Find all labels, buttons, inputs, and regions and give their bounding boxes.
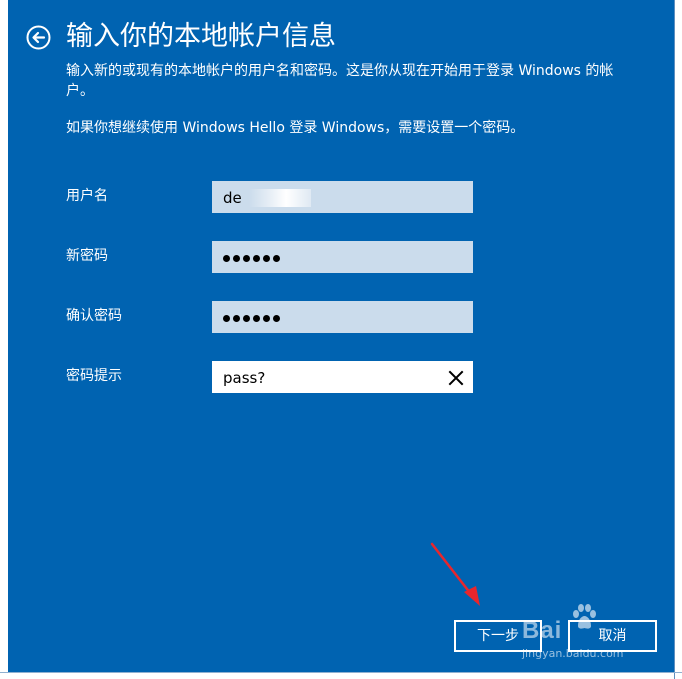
confirm-password-label: 确认密码 [66,308,122,324]
password-dot [233,255,240,262]
window-edge-bottom [0,672,682,673]
password-dot [223,315,230,322]
close-icon[interactable] [448,370,464,386]
password-dot [253,315,260,322]
redaction-mask [249,189,311,207]
back-arrow-circle-icon[interactable] [26,25,51,50]
username-value: de [223,189,242,207]
password-dot [253,255,260,262]
password-hint-label: 密码提示 [66,368,122,384]
password-dot [223,255,230,262]
password-dot [243,315,250,322]
page-title: 输入你的本地帐户信息 [66,21,336,52]
cancel-button[interactable]: 取消 [568,620,657,652]
confirm-password-input[interactable] [212,301,473,333]
window-edge [674,0,675,679]
screenshot-frame: 输入你的本地帐户信息 输入新的或现有的本地帐户的用户名和密码。这是你从现在开始用… [0,0,682,679]
password-dot [263,315,270,322]
password-hint-value: pass? [223,369,266,387]
password-dot [233,315,240,322]
new-password-input[interactable] [212,241,473,273]
password-dot [243,255,250,262]
description-text: 输入新的或现有的本地帐户的用户名和密码。这是你从现在开始用于登录 Windows… [66,63,614,99]
password-hint-input[interactable]: pass? [212,361,473,393]
password-mask-dots [223,250,280,262]
password-mask-dots [223,310,280,322]
password-dot [273,315,280,322]
password-dot [263,255,270,262]
new-password-label: 新密码 [66,248,108,264]
password-dot [273,255,280,262]
username-input[interactable]: de [212,181,473,213]
username-label: 用户名 [66,188,108,204]
windows-hello-note: 如果你想继续使用 Windows Hello 登录 Windows，需要设置一个… [66,120,525,136]
next-button[interactable]: 下一步 [454,620,542,652]
